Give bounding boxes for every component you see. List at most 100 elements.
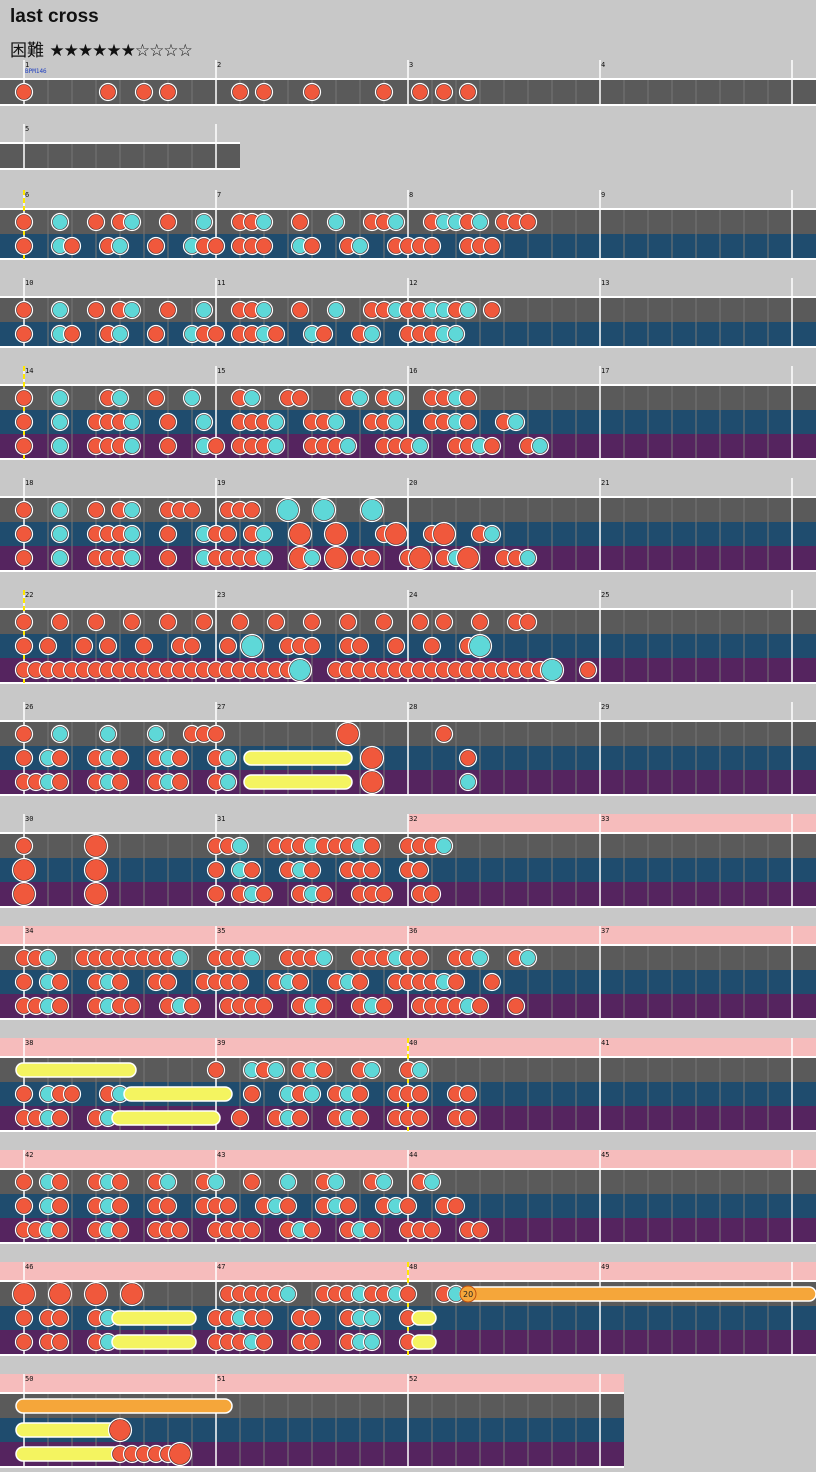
red-note (184, 502, 200, 518)
red-note (292, 974, 308, 990)
drumroll-bar (243, 774, 353, 790)
cyan-note (52, 214, 68, 230)
red-note (220, 638, 236, 654)
red-note (184, 998, 200, 1014)
measure-number: 50 (25, 1375, 33, 1383)
cyan-note (40, 950, 56, 966)
red-note (160, 214, 176, 230)
red-note (100, 84, 116, 100)
red-note (64, 238, 80, 254)
red-note (325, 523, 347, 545)
red-note (460, 750, 476, 766)
red-note (364, 1222, 380, 1238)
red-note (16, 414, 32, 430)
red-note (16, 1198, 32, 1214)
red-note (268, 614, 284, 630)
red-note (124, 614, 140, 630)
measure-number: 27 (217, 703, 225, 711)
cyan-note (364, 1310, 380, 1326)
red-note (472, 998, 488, 1014)
cyan-note (469, 635, 491, 657)
red-note (232, 1110, 248, 1126)
red-note (13, 883, 35, 905)
cyan-note (460, 774, 476, 790)
measure-number: 29 (601, 703, 609, 711)
measure-number: 6 (25, 191, 29, 199)
measure-number: 20 (409, 479, 417, 487)
red-note (16, 390, 32, 406)
red-note (325, 547, 347, 569)
red-note (232, 974, 248, 990)
red-note (292, 214, 308, 230)
red-note (208, 726, 224, 742)
red-note (160, 974, 176, 990)
cyan-note (316, 950, 332, 966)
measure-number: 32 (409, 815, 417, 823)
measure-number: 49 (601, 1263, 609, 1271)
cyan-note (112, 390, 128, 406)
red-note (88, 614, 104, 630)
red-note (13, 859, 35, 881)
cyan-note (520, 950, 536, 966)
red-note (160, 526, 176, 542)
cyan-note (52, 726, 68, 742)
red-note (292, 390, 308, 406)
cyan-note (277, 499, 299, 521)
red-note (16, 238, 32, 254)
red-note (364, 838, 380, 854)
red-note (424, 1222, 440, 1238)
red-note (436, 614, 452, 630)
measure-number: 28 (409, 703, 417, 711)
red-note (112, 974, 128, 990)
balloon-count: 20 (463, 1290, 473, 1299)
red-note (508, 998, 524, 1014)
red-note (304, 862, 320, 878)
red-note (304, 1222, 320, 1238)
red-note (16, 838, 32, 854)
red-note (52, 774, 68, 790)
red-note (244, 862, 260, 878)
measure-number: 37 (601, 927, 609, 935)
measure-number: 52 (409, 1375, 417, 1383)
red-note (16, 974, 32, 990)
note-chart: 1 2 3 4BPM14656 7 8 910 11 12 1314 15 16 1718 19 20 212… (0, 60, 816, 1468)
cyan-note (160, 1174, 176, 1190)
measure-number: 2 (217, 61, 221, 69)
cyan-note (184, 390, 200, 406)
cyan-note (484, 526, 500, 542)
cyan-note (364, 326, 380, 342)
red-note (160, 302, 176, 318)
red-note (376, 998, 392, 1014)
red-note (148, 238, 164, 254)
red-note (85, 835, 107, 857)
cyan-note (244, 390, 260, 406)
red-note (169, 1443, 191, 1465)
cyan-note (124, 526, 140, 542)
red-note (16, 326, 32, 342)
cyan-note (196, 414, 212, 430)
measure-number: 22 (25, 591, 33, 599)
cyan-note (388, 390, 404, 406)
cyan-note (220, 774, 236, 790)
red-note (112, 774, 128, 790)
measure-number: 40 (409, 1039, 417, 1047)
cyan-note (460, 302, 476, 318)
red-note (412, 950, 428, 966)
red-note (400, 1198, 416, 1214)
cyan-note (313, 499, 335, 521)
red-note (337, 723, 359, 745)
cyan-note (52, 414, 68, 430)
red-note (460, 84, 476, 100)
measure-number: 36 (409, 927, 417, 935)
red-note (388, 638, 404, 654)
red-note (208, 862, 224, 878)
red-note (580, 662, 596, 678)
red-note (160, 614, 176, 630)
red-note (85, 859, 107, 881)
red-note (208, 886, 224, 902)
red-note (208, 438, 224, 454)
measure-number: 10 (25, 279, 33, 287)
red-note (16, 726, 32, 742)
red-note (376, 84, 392, 100)
red-note (460, 414, 476, 430)
